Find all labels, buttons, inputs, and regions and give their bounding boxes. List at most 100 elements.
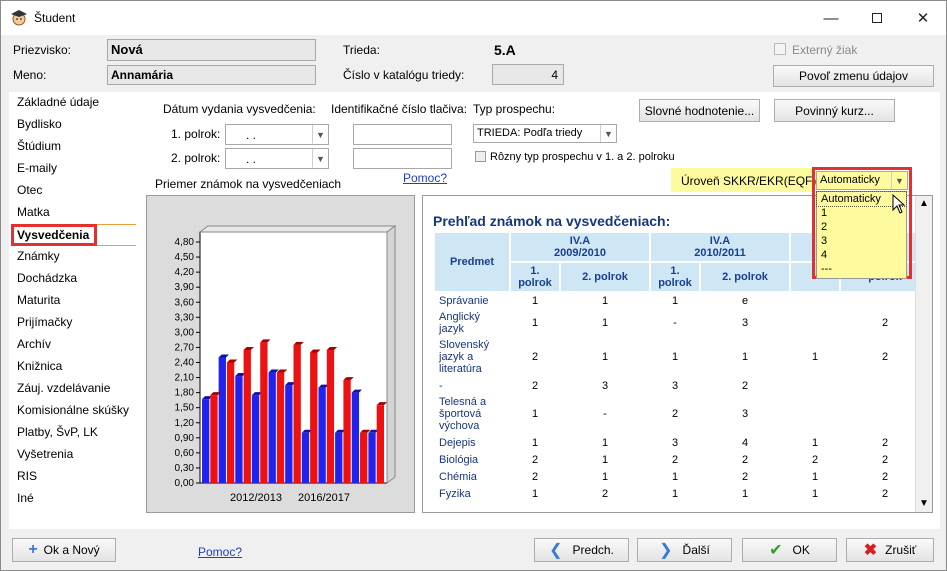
table-row: Správanie 1 1 1 e	[435, 293, 929, 308]
year-period: 2009/2010	[554, 247, 606, 259]
y-tick-label: 1,80	[175, 388, 195, 399]
mouse-cursor-icon	[892, 194, 906, 214]
table-row: Telesná a športová výchova 1 - 2 3	[435, 395, 929, 433]
skkr-select[interactable]: Automaticky ▼	[816, 171, 908, 190]
average-grade-chart: 4,80 4,50 4,20 3,90 3,60 3,30 3,00 2,70 2,40 2,10…	[146, 195, 415, 513]
id-label: Identifikačné číslo tlačiva:	[331, 102, 468, 116]
y-tick-label: 2,10	[175, 373, 195, 384]
previous-label: Predch.	[572, 543, 614, 557]
catalog-field[interactable]: 4	[492, 64, 564, 85]
name-field[interactable]: Annamária	[107, 65, 316, 85]
chart-bar	[218, 357, 226, 483]
previous-button[interactable]: ❮ Predch.	[534, 538, 629, 562]
ok-button[interactable]: ✔ OK	[742, 538, 837, 562]
sidebar-item-platby-švp-lk[interactable]: Platby, ŠvP, LK	[17, 425, 98, 439]
chevron-down-icon: ▼	[891, 172, 907, 189]
y-tick-label: 3,00	[175, 327, 195, 338]
cancel-button[interactable]: ✖ Zrušiť	[846, 538, 934, 562]
maximize-button[interactable]	[854, 1, 900, 35]
grade-cell: 3	[741, 408, 749, 420]
skkr-option[interactable]: 4	[817, 248, 906, 262]
chart-title: Priemer známok na vysvedčeniach	[155, 177, 342, 191]
catalog-label: Číslo v katalógu triedy:	[343, 68, 465, 82]
surname-label: Priezvisko:	[13, 43, 72, 57]
skkr-option[interactable]: 2	[817, 220, 906, 234]
sidebar: Základné údaje Bydlisko Štúdium E-maily Otec…	[9, 92, 136, 529]
id-sem2-input[interactable]	[353, 148, 452, 169]
sidebar-item-komisionálne-skúšky[interactable]: Komisionálne skúšky	[17, 403, 129, 417]
chart-bar	[260, 342, 268, 483]
minimize-icon: —	[823, 9, 839, 27]
type-select[interactable]: TRIEDA: Podľa triedy ▼	[473, 124, 617, 143]
chart-bar	[376, 405, 384, 483]
skkr-option[interactable]: ---	[817, 262, 906, 276]
allow-change-button[interactable]: Povoľ zmenu údajov	[773, 65, 934, 87]
grade-cell: 3	[741, 317, 749, 329]
sidebar-item-otec[interactable]: Otec	[17, 183, 42, 197]
id-sem1-input[interactable]	[353, 124, 452, 145]
table-row: Anglický jazyk 1 1-3 2	[435, 310, 929, 336]
help-link-top[interactable]: Pomoc?	[403, 171, 447, 185]
sidebar-item-maturita[interactable]: Maturita	[17, 293, 60, 307]
sidebar-item-ris[interactable]: RIS	[17, 469, 37, 483]
sidebar-item-štúdium[interactable]: Štúdium	[17, 139, 61, 153]
sidebar-item-prijímačky[interactable]: Prijímačky	[17, 315, 72, 329]
next-button[interactable]: ❯ Ďalší	[637, 538, 732, 562]
y-tick-label: 3,30	[175, 312, 195, 323]
external-checkbox[interactable]	[774, 43, 786, 55]
grade-cell	[791, 293, 839, 308]
grade-cell	[791, 395, 839, 433]
y-tick-label: 2,70	[175, 342, 195, 353]
close-button[interactable]: ✕	[900, 1, 946, 35]
y-tick-label: 3,90	[175, 282, 195, 293]
ok-new-button[interactable]: + Ok a Nový	[12, 538, 116, 562]
y-tick-label: 1,20	[175, 418, 195, 429]
sidebar-item-archív[interactable]: Archív	[17, 337, 51, 351]
plot-top-face	[198, 225, 397, 233]
y-tick-label: 4,80	[175, 237, 195, 248]
sidebar-item-e-maily[interactable]: E-maily	[17, 161, 57, 175]
external-label: Externý žiak	[792, 43, 858, 57]
help-link-bottom[interactable]: Pomoc?	[198, 545, 242, 559]
chevron-right-icon: ❯	[659, 542, 673, 559]
sidebar-item-vysvedčenia[interactable]: Vysvedčenia	[11, 224, 97, 246]
sidebar-item-známky[interactable]: Známky	[17, 249, 60, 263]
sidebar-item-iné[interactable]: Iné	[17, 491, 34, 505]
y-tick-label: 0,30	[175, 463, 195, 474]
sidebar-item-záuj-vzdelávanie[interactable]: Záuj. vzdelávanie	[17, 381, 110, 395]
maximize-icon	[872, 13, 882, 23]
sem1-date-picker[interactable]: . . ▼	[225, 124, 329, 145]
sidebar-item-matka[interactable]: Matka	[17, 205, 50, 219]
chart-bar	[360, 432, 368, 483]
sem2-date-picker[interactable]: . . ▼	[225, 148, 329, 169]
sidebar-item-dochádzka[interactable]: Dochádzka	[17, 271, 77, 285]
verbal-eval-button[interactable]: Slovné hodnotenie...	[639, 99, 760, 122]
mandatory-course-button[interactable]: Povinný kurz...	[774, 99, 895, 122]
skkr-option[interactable]: 3	[817, 234, 906, 248]
chevron-down-icon: ▼	[600, 125, 616, 142]
scroll-down-icon[interactable]: ▼	[919, 498, 929, 509]
sidebar-item-základné-údaje[interactable]: Základné údaje	[17, 95, 99, 109]
year-class: IV.A	[569, 235, 591, 247]
semester-header: 2. polrok	[561, 263, 649, 291]
x-tick-label: 2012/2013	[230, 492, 282, 504]
y-tick-label: 4,50	[175, 252, 195, 263]
grade-cell: 2	[671, 408, 679, 420]
grade-cell: 1	[811, 351, 819, 363]
surname-field[interactable]: Nová	[107, 39, 316, 61]
vertical-scrollbar[interactable]: ▲ ▼	[915, 196, 932, 512]
sidebar-item-knižnica[interactable]: Knižnica	[17, 359, 62, 373]
minimize-button[interactable]: —	[808, 1, 854, 35]
scroll-up-icon[interactable]: ▲	[919, 198, 929, 209]
grade-cell: 1	[741, 351, 749, 363]
y-tick-label: 2,40	[175, 358, 195, 369]
grade-cell	[791, 310, 839, 336]
sidebar-item-bydlisko[interactable]: Bydlisko	[17, 117, 62, 131]
diff-type-checkbox[interactable]	[475, 151, 486, 162]
grade-cell: 3	[601, 379, 609, 392]
subject-cell: Biológia	[439, 453, 479, 466]
chart-bar	[268, 372, 276, 483]
sidebar-item-vyšetrenia[interactable]: Vyšetrenia	[17, 447, 73, 461]
grade-cell: 4	[741, 436, 749, 449]
table-row: Chémia 2 1 1 2 1 2	[435, 469, 929, 484]
